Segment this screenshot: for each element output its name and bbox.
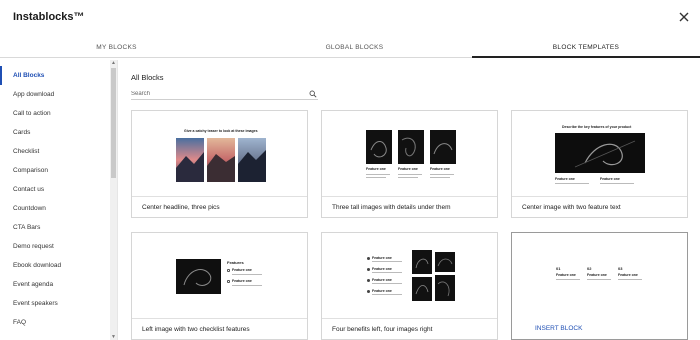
template-card-four-benefits-four-images[interactable]: Feature one Feature one Feature one Feat… [321,232,498,340]
search-icon[interactable] [309,90,317,98]
tab-bar: MY BLOCKS GLOBAL BLOCKS BLOCK TEMPLATES [0,38,700,58]
sidebar-item-event-speakers[interactable]: Event speakers [0,294,108,313]
card-label: Left image with two checklist features [132,318,307,339]
preview-text-line [372,294,402,295]
tab-my-blocks[interactable]: MY BLOCKS [0,38,233,58]
preview-feature-label: Feature one [618,273,638,277]
card-label: Three tall images with details under the… [322,196,497,217]
template-card-three-numbered-features[interactable]: 01 02 03 Feature one Feature one Feature… [511,232,688,340]
sidebar-item-cta-bars[interactable]: CTA Bars [0,218,108,237]
checkbox-icon [227,280,230,283]
preview-feature-label: Feature one [430,167,450,171]
template-card-center-headline-three-pics[interactable]: Give a catchy teaser to look at these im… [131,110,308,218]
sidebar-item-checklist[interactable]: Checklist [0,142,108,161]
preview-number: 03 [618,266,623,271]
preview-images [366,130,456,164]
preview-text-line [372,283,402,284]
preview-number: 01 [556,266,561,271]
search-box [131,89,318,100]
preview-headline: Describe the key features of your produc… [562,125,632,129]
preview-item-label: Feature one [372,256,392,260]
preview-feature-label: Feature one [555,177,575,181]
scrollbar-thumb[interactable] [111,68,116,178]
preview-text-line [555,183,589,184]
insert-block-button[interactable]: INSERT BLOCK [512,318,687,339]
sidebar-scrollbar[interactable]: ▲ ▼ [110,60,117,340]
preview-text-line [618,279,642,280]
preview-text-line [372,261,402,262]
card-label: Center image with two feature text [512,196,687,217]
sidebar-item-demo-request[interactable]: Demo request [0,237,108,256]
template-card-left-image-two-checklist[interactable]: Features Feature one Feature one Left im… [131,232,308,340]
chevron-up-icon[interactable]: ▲ [110,60,117,66]
preview-text-line [372,272,402,273]
preview-item-label: Feature one [372,289,392,293]
preview-feature-label: Feature one [398,167,418,171]
preview-text-line [398,174,422,175]
card-label: Four benefits left, four images right [322,318,497,339]
card-preview: Features Feature one Feature one [132,233,307,318]
card-preview: 01 02 03 Feature one Feature one Feature… [512,233,687,318]
preview-feature-label: Feature one [556,273,576,277]
preview-text-line [600,183,634,184]
preview-item-label: Feature one [232,268,252,272]
card-preview: Feature one Feature one Feature one Feat… [322,233,497,318]
tab-block-templates[interactable]: BLOCK TEMPLATES [472,38,700,58]
preview-images [176,138,266,182]
preview-text-line [366,177,386,178]
sidebar-item-ebook-download[interactable]: Ebook download [0,256,108,275]
preview-heading: Features [227,260,244,265]
sidebar-item-cards[interactable]: Cards [0,123,108,142]
card-preview: Feature one Feature one Feature one [322,111,497,196]
preview-text-line [430,177,450,178]
preview-text-line [232,285,262,286]
preview-images [412,250,455,301]
preview-item-label: Feature one [372,267,392,271]
preview-text-line [398,177,418,178]
preview-number: 02 [587,266,592,271]
app-title: Instablocks™ [13,11,85,23]
section-title: All Blocks [131,73,164,82]
tab-global-blocks[interactable]: GLOBAL BLOCKS [238,38,471,58]
sidebar-item-contact-us[interactable]: Contact us [0,180,108,199]
sidebar-item-all-blocks[interactable]: All Blocks [0,66,108,85]
preview-item-label: Feature one [232,279,252,283]
preview-text-line [556,279,580,280]
preview-text-line [232,274,262,275]
preview-image [176,259,221,294]
close-button[interactable] [676,9,692,25]
sidebar-item-call-to-action[interactable]: Call to action [0,104,108,123]
template-card-three-tall-images[interactable]: Feature one Feature one Feature one Thre… [321,110,498,218]
preview-text-line [587,279,611,280]
sidebar-item-countdown[interactable]: Countdown [0,199,108,218]
preview-feature-label: Feature one [600,177,620,181]
template-card-center-image-two-features[interactable]: Describe the key features of your produc… [511,110,688,218]
sidebar-item-app-download[interactable]: App download [0,85,108,104]
close-icon [679,12,689,22]
preview-feature-label: Feature one [587,273,607,277]
chevron-down-icon[interactable]: ▼ [110,334,117,340]
sidebar-item-event-agenda[interactable]: Event agenda [0,275,108,294]
preview-text-line [430,174,454,175]
search-input[interactable] [131,89,303,99]
preview-headline: Give a catchy teaser to look at these im… [184,129,258,133]
checkbox-icon [227,269,230,272]
bullet-icon [367,279,370,282]
card-label: Center headline, three pics [132,196,307,217]
bullet-icon [367,290,370,293]
bullet-icon [367,257,370,260]
sidebar-item-faq[interactable]: FAQ [0,313,108,332]
category-sidebar: All Blocks App download Call to action C… [0,60,118,340]
sidebar-item-comparison[interactable]: Comparison [0,161,108,180]
preview-item-label: Feature one [372,278,392,282]
preview-text-line [366,174,390,175]
card-preview: Describe the key features of your produc… [512,111,687,196]
preview-image [555,133,645,173]
preview-feature-label: Feature one [366,167,386,171]
modal-header: Instablocks™ [0,0,700,36]
card-preview: Give a catchy teaser to look at these im… [132,111,307,196]
bullet-icon [367,268,370,271]
